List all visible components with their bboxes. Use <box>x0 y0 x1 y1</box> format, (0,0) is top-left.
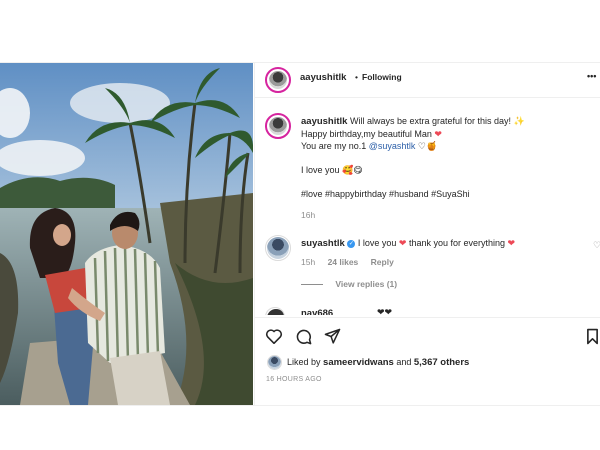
more-options-icon[interactable]: ••• <box>587 71 596 81</box>
partial-comment-username[interactable]: nav686 <box>301 308 333 315</box>
caption-line4: I love you <box>301 165 340 175</box>
post-photo[interactable] <box>0 63 253 405</box>
post-actions: Liked by sameervidwans and 5,367 others … <box>255 317 600 406</box>
caption-avatar[interactable] <box>265 113 291 139</box>
heart-honey-emoji: ♡🍯 <box>417 141 438 151</box>
view-replies-button[interactable]: View replies (1) <box>335 279 397 289</box>
hashtags[interactable]: #love #happybirthday #husband #SuyaShi <box>301 188 591 200</box>
likes-summary: Liked by sameervidwans and 5,367 others <box>287 356 469 369</box>
sparkles-emoji: ✨ <box>513 116 525 126</box>
commenter-avatar[interactable] <box>265 235 291 261</box>
verified-badge-icon: ✓ <box>347 239 356 248</box>
header-separator: • <box>355 72 358 82</box>
caption: aayushitlk Will always be extra grateful… <box>301 115 591 220</box>
liker-username[interactable]: sameervidwans <box>323 357 394 368</box>
red-heart-emoji: ❤ <box>434 129 442 139</box>
commenter-username[interactable]: suyashtlk <box>301 238 345 249</box>
comment-likes[interactable]: 24 likes <box>328 257 359 267</box>
partial-comment: nav686 ❤❤ <box>265 307 595 315</box>
save-bookmark-icon[interactable] <box>586 328 599 345</box>
comment-text-b: thank you for everything <box>408 238 506 248</box>
share-icon[interactable] <box>324 328 341 345</box>
comment-icon[interactable] <box>295 328 312 345</box>
caption-line2: Happy birthday,my beautiful Man <box>301 129 432 139</box>
like-heart-icon[interactable] <box>265 328 283 344</box>
comment-text-a: I love you <box>357 238 397 248</box>
comment-heart-emoji-b: ❤ <box>507 238 516 248</box>
partial-comment-emoji: ❤❤ <box>377 307 393 315</box>
caption-time[interactable]: 16h <box>301 210 591 220</box>
others-count[interactable]: 5,367 others <box>414 357 469 368</box>
caption-line3: You are my no.1 <box>301 141 367 151</box>
post-details-panel: aayushitlk • Following ••• aayushitlk Wi… <box>254 63 600 405</box>
comment-heart-emoji-a: ❤ <box>398 238 407 248</box>
partial-comment-avatar[interactable] <box>265 307 285 315</box>
comment: suyashtlk ✓ I love you ❤ thank you for e… <box>301 237 593 289</box>
author-avatar[interactable] <box>265 67 291 93</box>
caption-username[interactable]: aayushitlk <box>301 116 347 127</box>
mention-link[interactable]: @suyashtlk <box>369 141 416 151</box>
likes-and-label: and <box>396 357 412 367</box>
caption-line1: Will always be extra grateful for this d… <box>349 116 512 126</box>
following-button[interactable]: Following <box>362 72 402 82</box>
couple-photo-image <box>0 63 253 405</box>
author-username[interactable]: aayushitlk <box>300 72 346 83</box>
comment-time[interactable]: 15h <box>301 257 315 267</box>
liked-by-label: Liked by <box>287 357 321 367</box>
reply-button[interactable]: Reply <box>371 257 394 267</box>
comment-like-heart-icon[interactable]: ♡ <box>593 240 600 251</box>
instagram-post: aayushitlk • Following ••• aayushitlk Wi… <box>0 62 600 406</box>
post-timestamp[interactable]: 16 HOURS AGO <box>266 376 322 383</box>
replies-divider <box>301 284 323 286</box>
love-emoji: 🥰😋 <box>342 165 363 175</box>
liker-avatar[interactable] <box>267 355 282 370</box>
post-header: aayushitlk • Following ••• <box>255 63 600 98</box>
